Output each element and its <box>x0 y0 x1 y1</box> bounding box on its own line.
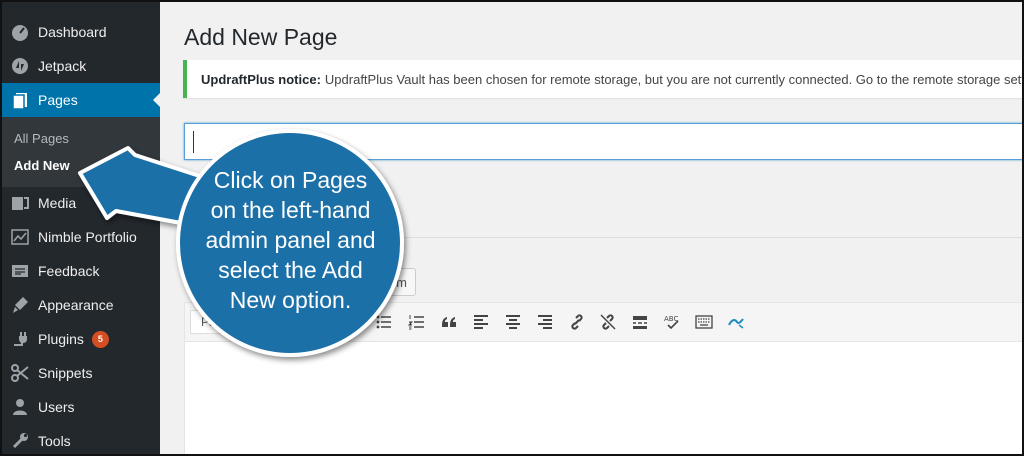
sidebar-item-label: Jetpack <box>38 58 87 74</box>
updraftplus-notice: UpdraftPlus notice: UpdraftPlus Vault ha… <box>183 60 1024 98</box>
sidebar-item-label: Pages <box>38 92 78 108</box>
sidebar-item-label: Nimble Portfolio <box>38 229 137 245</box>
sidebar-item-users[interactable]: Users <box>2 390 160 424</box>
sidebar-item-nimble-portfolio[interactable]: Nimble Portfolio <box>2 220 160 254</box>
sidebar-item-label: Users <box>38 399 75 415</box>
dashboard-icon <box>10 22 30 42</box>
submenu-all-pages[interactable]: All Pages <box>14 131 69 146</box>
portfolio-icon <box>10 227 30 247</box>
read-more-icon[interactable] <box>629 311 651 333</box>
sidebar-item-pages[interactable]: Pages <box>2 83 161 117</box>
sidebar-item-label: Plugins <box>38 331 84 347</box>
align-center-icon[interactable] <box>502 311 524 333</box>
sidebar-item-dashboard[interactable]: Dashboard <box>2 15 160 49</box>
media-icon <box>10 193 30 213</box>
sidebar-item-tools[interactable]: Tools <box>2 424 160 454</box>
sidebar-item-label: Snippets <box>38 365 93 381</box>
pages-submenu: All Pages Add New <box>2 117 160 187</box>
sidebar-item-label: Feedback <box>38 263 100 279</box>
admin-sidebar: Dashboard Jetpack Pages All Pages Add Ne… <box>2 2 161 454</box>
sidebar-item-label: Appearance <box>38 297 114 313</box>
insert-link-icon[interactable] <box>566 311 588 333</box>
text-caret <box>193 131 194 153</box>
sidebar-item-label: Media <box>38 195 77 211</box>
remove-link-icon[interactable] <box>597 311 619 333</box>
jetpack-markdown-icon[interactable] <box>725 311 747 333</box>
callout-line: on the left-hand <box>210 197 371 223</box>
page-title: Add New Page <box>184 24 338 50</box>
callout-text: Click on Pages on the left-hand admin pa… <box>188 165 393 315</box>
notice-strong: UpdraftPlus notice: <box>201 71 321 87</box>
toolbar-toggle-icon[interactable] <box>693 311 715 333</box>
jetpack-icon <box>10 56 30 76</box>
users-icon <box>10 397 30 417</box>
sidebar-item-media[interactable]: Media <box>2 186 160 220</box>
align-right-icon[interactable] <box>534 311 556 333</box>
sidebar-item-label: Tools <box>38 433 71 449</box>
feedback-icon <box>10 261 30 281</box>
submenu-add-new[interactable]: Add New <box>14 158 70 173</box>
plugins-icon <box>10 329 30 349</box>
snippets-icon <box>10 363 30 383</box>
callout-line: Click on Pages <box>213 167 368 193</box>
sidebar-item-appearance[interactable]: Appearance <box>2 288 160 322</box>
content-editor[interactable]: Parag ABC <box>184 302 1022 454</box>
callout-line: select the Add <box>218 257 363 283</box>
spellcheck-icon[interactable]: ABC <box>661 311 683 333</box>
tools-icon <box>10 431 30 451</box>
page-title-input[interactable] <box>184 123 1022 160</box>
sidebar-item-label: Dashboard <box>38 24 107 40</box>
wp-admin-screen: Dashboard Jetpack Pages All Pages Add Ne… <box>0 0 1024 456</box>
callout-line: admin panel and <box>205 227 376 253</box>
sidebar-item-plugins[interactable]: Plugins 5 <box>2 322 160 356</box>
blockquote-icon[interactable] <box>438 311 460 333</box>
plugins-update-badge: 5 <box>91 330 109 348</box>
sidebar-item-jetpack[interactable]: Jetpack <box>2 49 160 83</box>
align-left-icon[interactable] <box>470 311 492 333</box>
pages-icon <box>10 90 30 110</box>
callout-line: New option. <box>229 287 352 313</box>
notice-text: UpdraftPlus Vault has been chosen for re… <box>324 71 1024 87</box>
numbered-list-icon[interactable] <box>406 311 428 333</box>
sidebar-item-snippets[interactable]: Snippets <box>2 356 160 390</box>
appearance-icon <box>10 295 30 315</box>
sidebar-item-feedback[interactable]: Feedback <box>2 254 160 288</box>
